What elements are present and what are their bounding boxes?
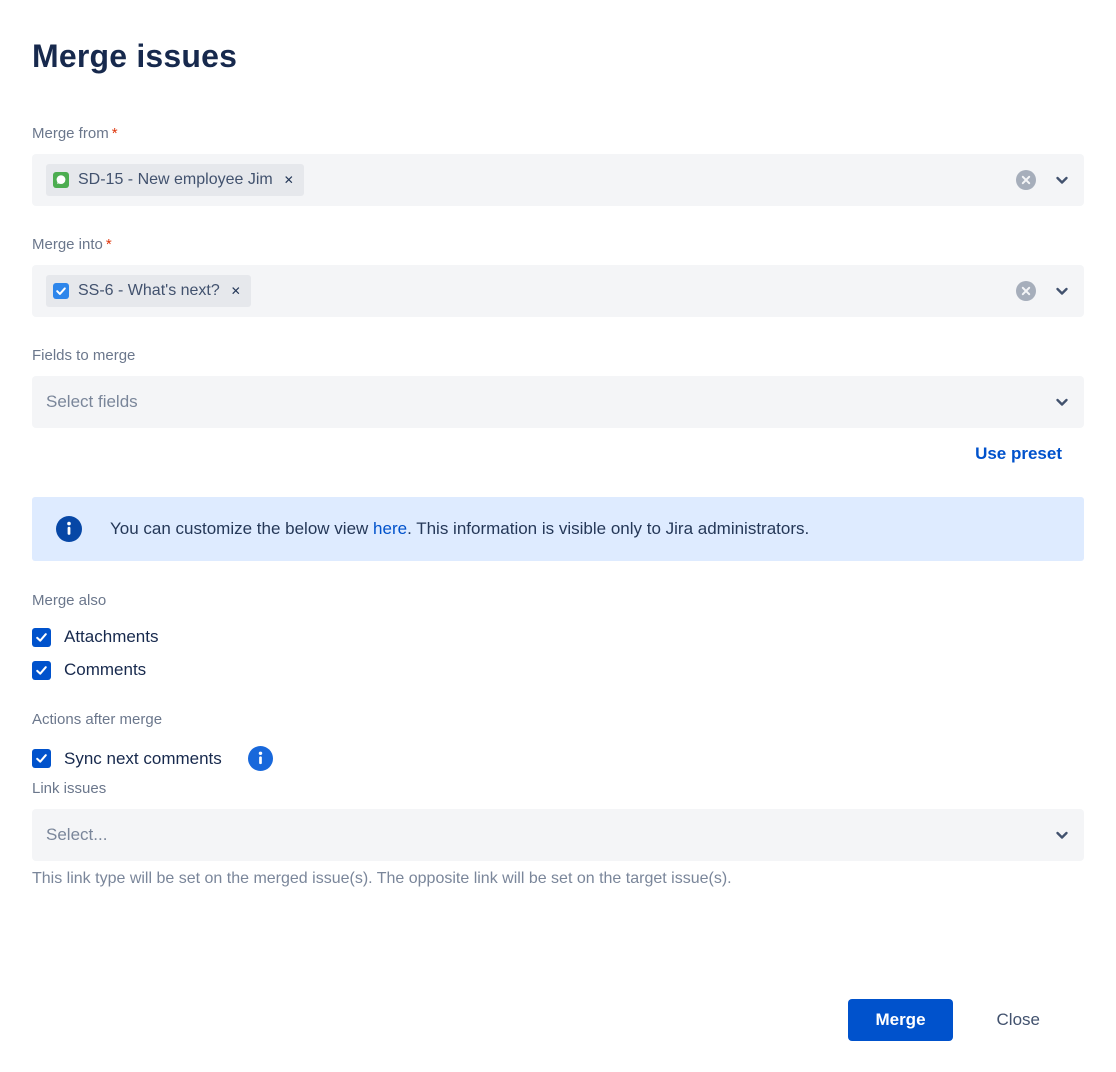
- merge-from-chevron-down-icon[interactable]: [1054, 172, 1070, 188]
- banner-message: You can customize the below view here. T…: [110, 519, 809, 539]
- fields-to-merge-chevron-down-icon[interactable]: [1054, 394, 1070, 410]
- sync-comments-info-icon[interactable]: [248, 746, 273, 771]
- link-issues-select[interactable]: Select...: [32, 809, 1084, 861]
- info-icon: [56, 516, 82, 542]
- merge-from-tag-label: SD-15 - New employee Jim: [78, 171, 273, 189]
- merge-issues-dialog: Merge issues Merge from* SD-15 - New emp…: [32, 36, 1084, 888]
- actions-after-merge-label: Actions after merge: [32, 710, 1084, 730]
- attachments-checkbox-row[interactable]: Attachments: [32, 627, 1084, 647]
- comments-checkbox-row[interactable]: Comments: [32, 660, 1084, 680]
- info-banner: You can customize the below view here. T…: [32, 497, 1084, 561]
- merge-from-tag-remove-icon[interactable]: ✕: [284, 174, 294, 186]
- fields-to-merge-label: Fields to merge: [32, 346, 1084, 366]
- merge-into-select[interactable]: SS-6 - What's next? ✕: [32, 265, 1084, 317]
- comments-checkbox-label: Comments: [64, 660, 146, 680]
- merge-into-tag-label: SS-6 - What's next?: [78, 282, 220, 300]
- checkmark-icon: [35, 664, 48, 677]
- use-preset-link[interactable]: Use preset: [975, 444, 1062, 463]
- service-request-issue-icon: [53, 172, 69, 188]
- merge-from-tag: SD-15 - New employee Jim ✕: [46, 164, 304, 196]
- checkmark-icon: [35, 631, 48, 644]
- merge-from-clear-icon[interactable]: [1016, 170, 1036, 190]
- customize-view-here-link[interactable]: here: [373, 519, 407, 538]
- dialog-footer: Merge Close: [848, 999, 1052, 1041]
- comments-checkbox[interactable]: [32, 661, 51, 680]
- close-button[interactable]: Close: [985, 999, 1052, 1041]
- merge-also-label: Merge also: [32, 591, 1084, 611]
- merge-into-chevron-down-icon[interactable]: [1054, 283, 1070, 299]
- required-asterisk: *: [106, 236, 112, 253]
- fields-to-merge-placeholder: Select fields: [46, 392, 138, 412]
- fields-to-merge-select[interactable]: Select fields: [32, 376, 1084, 428]
- merge-into-label: Merge into*: [32, 235, 1084, 255]
- link-issues-label: Link issues: [32, 779, 1084, 799]
- attachments-checkbox[interactable]: [32, 628, 51, 647]
- merge-from-label: Merge from*: [32, 124, 1084, 144]
- task-issue-icon: [53, 283, 69, 299]
- attachments-checkbox-label: Attachments: [64, 627, 159, 647]
- page-title: Merge issues: [32, 36, 1084, 76]
- merge-from-select[interactable]: SD-15 - New employee Jim ✕: [32, 154, 1084, 206]
- required-asterisk: *: [112, 125, 118, 142]
- link-issues-help-text: This link type will be set on the merged…: [32, 869, 1084, 888]
- merge-into-tag: SS-6 - What's next? ✕: [46, 275, 251, 307]
- merge-into-clear-icon[interactable]: [1016, 281, 1036, 301]
- sync-next-comments-label: Sync next comments: [64, 749, 222, 769]
- checkmark-icon: [35, 752, 48, 765]
- link-issues-chevron-down-icon[interactable]: [1054, 827, 1070, 843]
- merge-into-tag-remove-icon[interactable]: ✕: [231, 285, 241, 297]
- sync-next-comments-checkbox[interactable]: [32, 749, 51, 768]
- merge-button[interactable]: Merge: [848, 999, 952, 1041]
- link-issues-placeholder: Select...: [46, 825, 107, 845]
- sync-next-comments-row[interactable]: Sync next comments: [32, 746, 1084, 771]
